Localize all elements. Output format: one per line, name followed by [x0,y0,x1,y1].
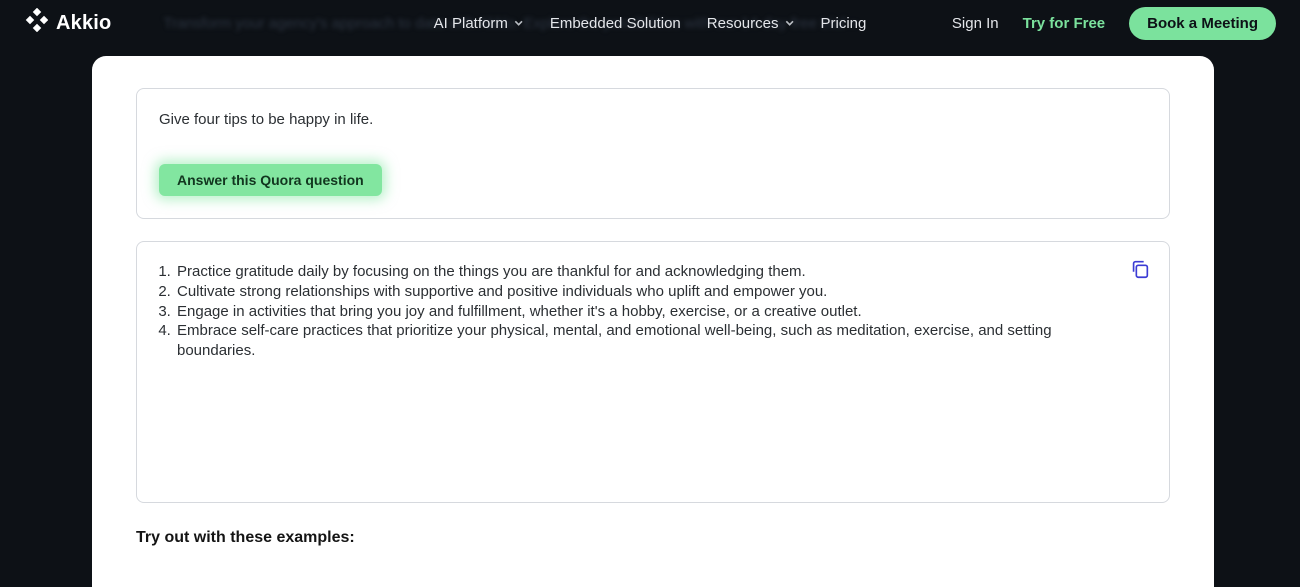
brand-name: Akkio [56,12,111,35]
answer-item: Cultivate strong relationships with supp… [175,282,1119,302]
answer-card: Practice gratitude daily by focusing on … [136,241,1170,503]
nav-pricing[interactable]: Pricing [820,15,866,32]
answer-list: Practice gratitude daily by focusing on … [159,262,1119,361]
answer-item: Engage in activities that bring you joy … [175,302,1119,322]
try-free-link[interactable]: Try for Free [1023,15,1106,32]
nav-ai-platform[interactable]: AI Platform [434,15,524,32]
chevron-down-icon [784,15,794,32]
nav-pricing-label: Pricing [820,15,866,32]
chevron-down-icon [514,15,524,32]
brand-logo-icon [24,8,48,38]
copy-icon[interactable] [1129,258,1151,285]
content-sheet: Give four tips to be happy in life. Answ… [92,56,1214,587]
nav-embedded-label: Embedded Solution [550,15,681,32]
signin-link[interactable]: Sign In [952,15,999,32]
book-meeting-button[interactable]: Book a Meeting [1129,7,1276,40]
right-nav: Sign In Try for Free Book a Meeting [952,7,1276,40]
brand[interactable]: Akkio [24,8,111,38]
main-nav: AI Platform Embedded Solution Resources … [434,15,867,32]
answer-item: Embrace self-care practices that priorit… [175,321,1119,361]
prompt-text: Give four tips to be happy in life. [159,111,1147,128]
nav-embedded-solution[interactable]: Embedded Solution [550,15,681,32]
prompt-card: Give four tips to be happy in life. Answ… [136,88,1170,219]
examples-heading: Try out with these examples: [136,529,1170,547]
nav-ai-platform-label: AI Platform [434,15,508,32]
answer-item: Practice gratitude daily by focusing on … [175,262,1119,282]
nav-resources-label: Resources [707,15,779,32]
nav-resources[interactable]: Resources [707,15,795,32]
topbar: Akkio Transform your agency's approach t… [0,0,1300,46]
answer-question-button[interactable]: Answer this Quora question [159,164,382,196]
